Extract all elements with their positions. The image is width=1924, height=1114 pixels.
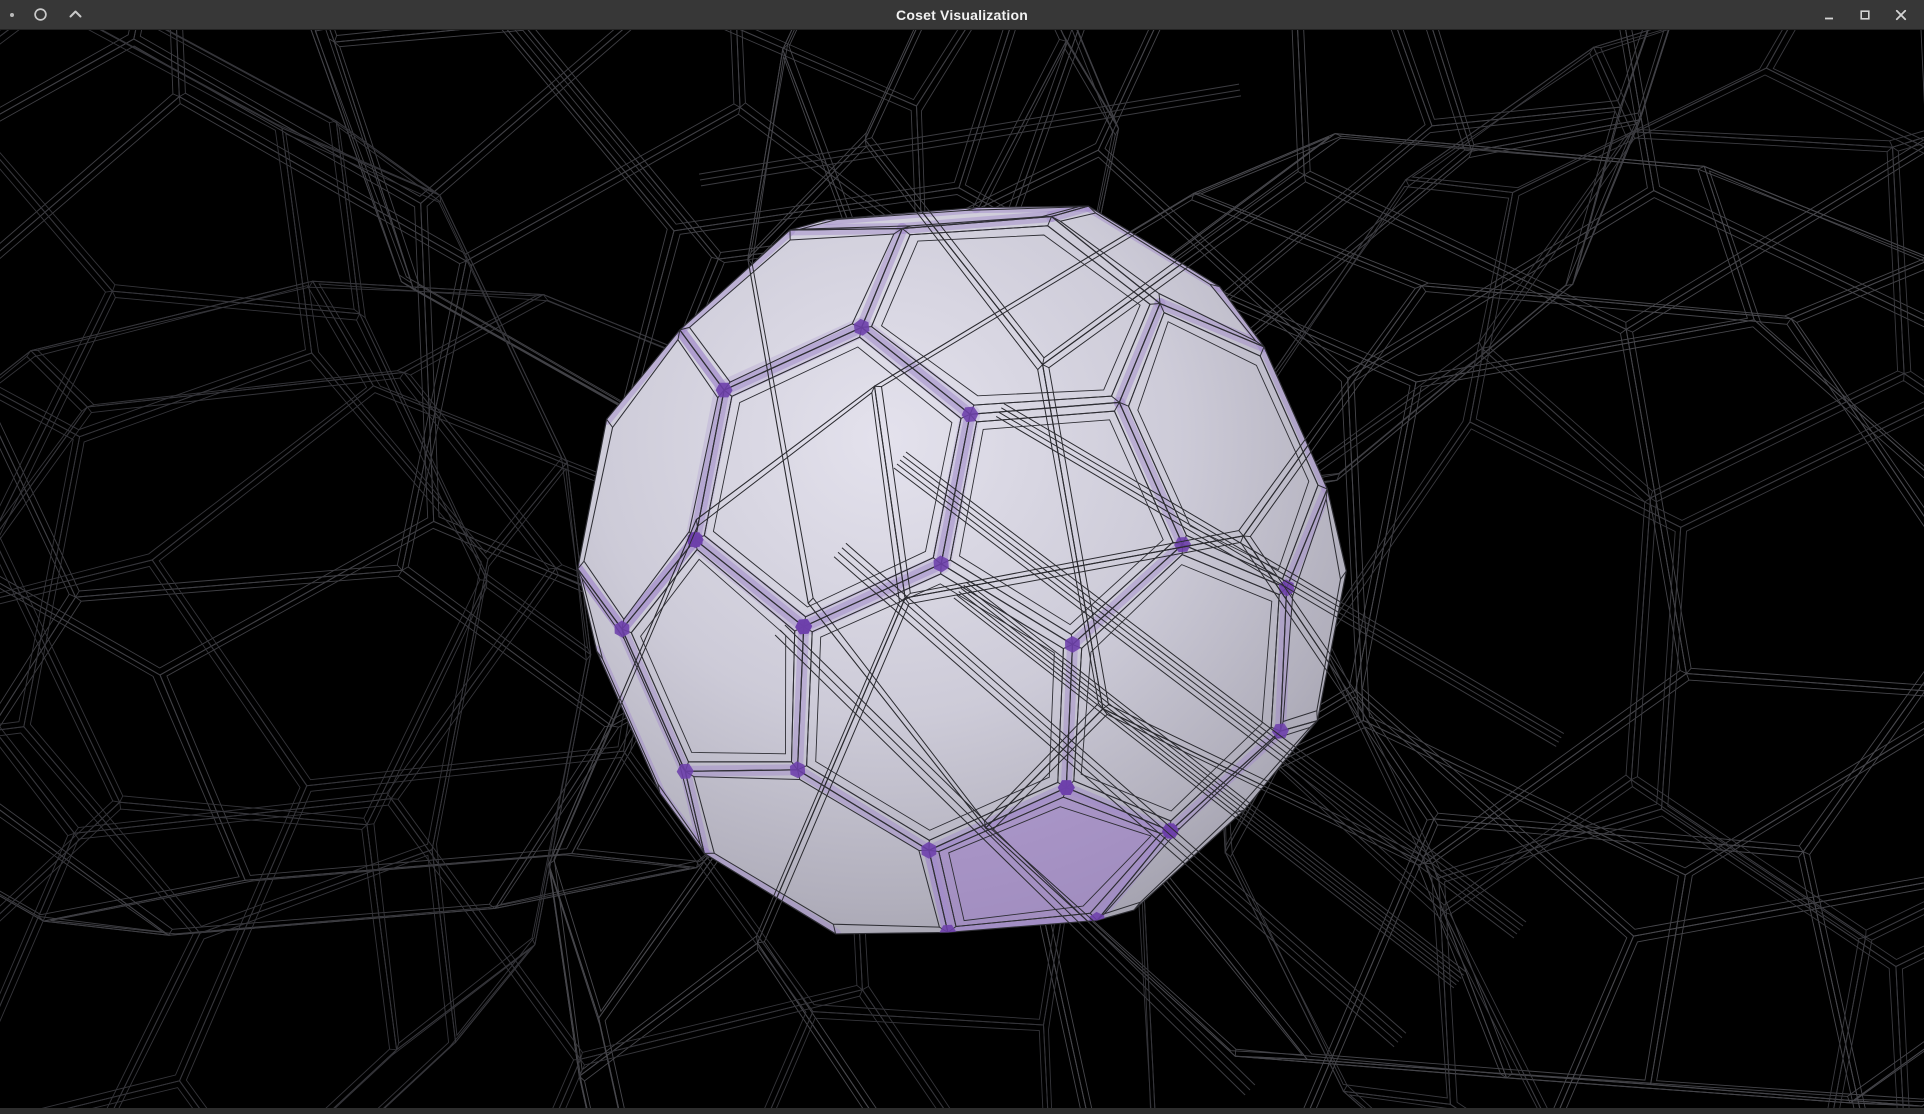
app-window: Coset Visualization bbox=[0, 0, 1924, 1114]
scene-canvas[interactable] bbox=[0, 30, 1924, 1108]
chevron-up-icon[interactable] bbox=[66, 6, 84, 24]
close-button[interactable] bbox=[1888, 3, 1914, 27]
maximize-button[interactable] bbox=[1852, 3, 1878, 27]
titlebar-left-icons bbox=[0, 6, 84, 24]
workspace-circle-icon[interactable] bbox=[31, 6, 49, 24]
window-controls bbox=[1816, 3, 1924, 27]
titlebar[interactable]: Coset Visualization bbox=[0, 0, 1924, 30]
status-dot-icon bbox=[10, 13, 14, 17]
minimize-button[interactable] bbox=[1816, 3, 1842, 27]
viewport-3d[interactable] bbox=[0, 30, 1924, 1108]
window-bottom-edge bbox=[0, 1108, 1924, 1114]
window-title: Coset Visualization bbox=[0, 0, 1924, 29]
